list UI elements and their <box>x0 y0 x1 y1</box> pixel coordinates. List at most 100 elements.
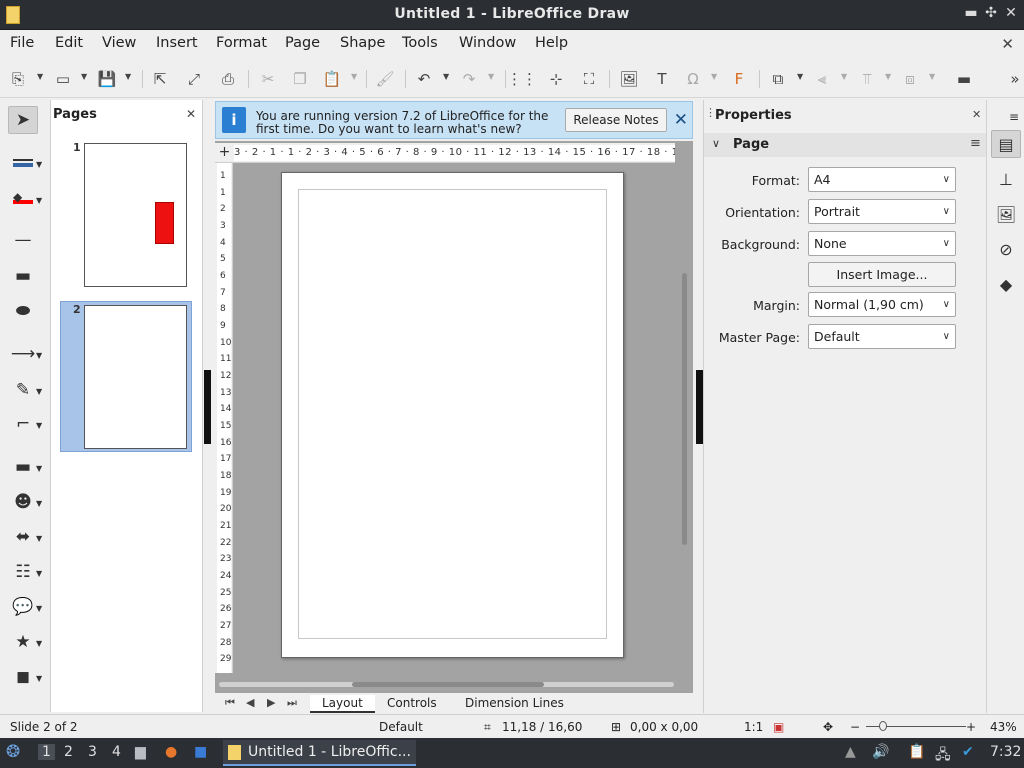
margin-select[interactable]: Normal (1,90 cm) ∨ <box>808 292 956 317</box>
transformations-icon[interactable]: ⧉ <box>768 69 788 89</box>
align-icon[interactable]: ⫷ <box>812 69 832 89</box>
vertical-scrollbar[interactable] <box>680 143 689 673</box>
page-thumbnail-2[interactable] <box>84 305 187 449</box>
connector-icon[interactable]: ⌐ <box>8 410 38 438</box>
workspace-4[interactable]: 4 <box>112 744 121 760</box>
file-manager-icon[interactable]: ▆ <box>135 744 146 760</box>
maximize-icon[interactable]: ✣ <box>982 5 1000 21</box>
redo-dropdown-icon[interactable]: ▼ <box>488 72 494 81</box>
close-document-icon[interactable]: ✕ <box>1001 35 1014 53</box>
copy-icon[interactable]: ❐ <box>290 69 310 89</box>
tab-dimension-lines[interactable]: Dimension Lines <box>453 695 576 713</box>
arrange-icon[interactable]: ⫪ <box>857 69 877 89</box>
styles-icon[interactable]: ⊥ <box>991 165 1021 193</box>
align-dropdown-icon[interactable]: ▼ <box>841 72 847 81</box>
menu-edit[interactable]: Edit <box>55 35 83 51</box>
close-sidebar-icon[interactable]: ✕ <box>972 108 981 121</box>
notifications-icon[interactable]: ✔ <box>962 744 974 760</box>
menu-help[interactable]: Help <box>535 35 568 51</box>
redo-icon[interactable]: ↷ <box>459 69 479 89</box>
symbol-shapes-icon[interactable]: ☻ <box>8 488 38 516</box>
taskbar-libreoffice-window[interactable]: Untitled 1 - LibreOffic... <box>223 740 416 766</box>
section-menu-icon[interactable]: ≡ <box>970 136 981 151</box>
block-arrows-dropdown-icon[interactable]: ▼ <box>36 534 42 543</box>
special-character-dropdown-icon[interactable]: ▼ <box>711 72 717 81</box>
callouts-icon[interactable]: 💬 <box>8 593 38 621</box>
special-character-icon[interactable]: Ω <box>683 69 703 89</box>
gallery-icon[interactable]: 🖼 <box>991 200 1021 228</box>
tab-layout[interactable]: Layout <box>310 695 375 713</box>
distribute-icon[interactable]: ⧈ <box>900 69 920 89</box>
close-pages-panel-icon[interactable]: ✕ <box>186 107 196 121</box>
tray-app-icon[interactable]: ▲ <box>845 744 856 760</box>
horizontal-scrollbar[interactable] <box>219 680 674 689</box>
block-arrows-icon[interactable]: ⬌ <box>8 523 38 551</box>
rectangle-icon[interactable]: ▬ <box>8 262 38 290</box>
network-icon[interactable]: 🖧 <box>935 744 951 768</box>
curve-dropdown-icon[interactable]: ▼ <box>36 387 42 396</box>
cut-icon[interactable]: ✂ <box>258 69 278 89</box>
new-icon[interactable]: ⎘ <box>8 69 28 89</box>
next-layer-icon[interactable]: ▶ <box>267 696 275 709</box>
curve-icon[interactable]: ✎ <box>8 376 38 404</box>
menu-file[interactable]: File <box>10 35 34 51</box>
zoom-out-icon[interactable]: − <box>850 720 860 734</box>
zoom-in-icon[interactable]: + <box>966 720 976 734</box>
line-arrow-icon[interactable]: ⟶ <box>8 340 38 368</box>
shapes-icon[interactable]: ◆ <box>991 270 1021 298</box>
undo-icon[interactable]: ↶ <box>414 69 434 89</box>
page-section-header[interactable]: ∨ Page ≡ <box>704 133 987 157</box>
3d-objects-dropdown-icon[interactable]: ▼ <box>36 674 42 683</box>
stars-icon[interactable]: ★ <box>8 628 38 656</box>
menu-page[interactable]: Page <box>285 35 320 51</box>
zoom-level[interactable]: 43% <box>990 720 1017 734</box>
paste-icon[interactable]: 📋 <box>322 69 342 89</box>
paste-dropdown-icon[interactable]: ▼ <box>351 72 357 81</box>
drawing-page[interactable] <box>281 172 624 658</box>
3d-objects-icon[interactable]: ◼ <box>8 663 38 691</box>
transformations-dropdown-icon[interactable]: ▼ <box>797 72 803 81</box>
format-select[interactable]: A4 ∨ <box>808 167 956 192</box>
first-layer-icon[interactable]: ⏮ <box>225 696 235 710</box>
clone-formatting-icon[interactable]: 🖌 <box>375 69 395 89</box>
insert-image-icon[interactable]: 🖼 <box>619 69 639 89</box>
open-icon[interactable]: ▭ <box>53 69 73 89</box>
sidebar-collapse-handle[interactable] <box>696 370 703 444</box>
undo-dropdown-icon[interactable]: ▼ <box>443 72 449 81</box>
callouts-dropdown-icon[interactable]: ▼ <box>36 604 42 613</box>
line-arrow-dropdown-icon[interactable]: ▼ <box>36 351 42 360</box>
shadow-icon[interactable]: ▬ <box>954 69 974 89</box>
fill-color-dropdown-icon[interactable]: ▼ <box>36 196 42 205</box>
fit-page-icon[interactable]: ✥ <box>823 720 833 734</box>
basic-shapes-icon[interactable]: ▬ <box>8 453 38 481</box>
ellipse-icon[interactable]: ⬬ <box>8 297 38 325</box>
export-icon[interactable]: ⇱ <box>150 69 170 89</box>
navigator-icon[interactable]: ⊘ <box>991 235 1021 263</box>
distribute-dropdown-icon[interactable]: ▼ <box>929 72 935 81</box>
master-page-select[interactable]: Default ∨ <box>808 324 956 349</box>
sidebar-menu-icon[interactable]: ≡ <box>999 103 1024 131</box>
background-select[interactable]: None ∨ <box>808 231 956 256</box>
last-layer-icon[interactable]: ⏭ <box>287 696 297 710</box>
fontwork-icon[interactable]: F <box>729 69 749 89</box>
zoom-pan-icon[interactable]: ⛶ <box>579 69 599 89</box>
close-icon[interactable]: ✕ <box>1002 5 1020 21</box>
connector-dropdown-icon[interactable]: ▼ <box>36 421 42 430</box>
arrange-dropdown-icon[interactable]: ▼ <box>885 72 891 81</box>
workspace-1[interactable]: 1 <box>38 744 55 760</box>
page-thumbnail-1[interactable] <box>84 143 187 287</box>
tab-controls[interactable]: Controls <box>375 695 449 713</box>
collapse-chevron-icon[interactable]: ∨ <box>712 137 720 150</box>
workspace-2[interactable]: 2 <box>64 744 73 760</box>
save-dropdown-icon[interactable]: ▼ <box>125 72 131 81</box>
export-pdf-icon[interactable]: ⤢ <box>184 69 204 89</box>
flowchart-dropdown-icon[interactable]: ▼ <box>36 569 42 578</box>
menu-view[interactable]: View <box>102 35 136 51</box>
open-dropdown-icon[interactable]: ▼ <box>81 72 87 81</box>
stars-dropdown-icon[interactable]: ▼ <box>36 639 42 648</box>
menu-window[interactable]: Window <box>459 35 516 51</box>
basic-shapes-dropdown-icon[interactable]: ▼ <box>36 464 42 473</box>
workspace-3[interactable]: 3 <box>88 744 97 760</box>
release-notes-button[interactable]: Release Notes <box>565 108 667 132</box>
select-icon[interactable]: ➤ <box>8 106 38 134</box>
